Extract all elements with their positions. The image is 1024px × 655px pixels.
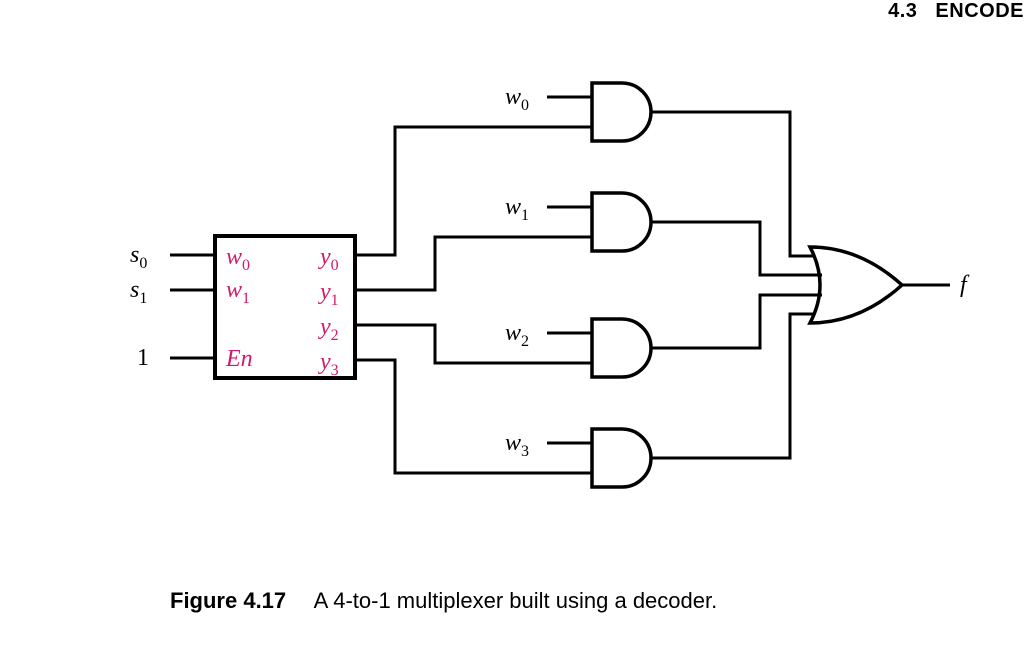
wire-and0-or [651, 112, 815, 256]
input-en-const-label: 1 [137, 345, 149, 371]
wire-and3-or [651, 314, 815, 458]
decoder-in-en-label: En [225, 346, 253, 372]
input-s0-label: s0 [130, 242, 147, 272]
and-input-w3-label: w3 [505, 430, 529, 460]
wire-y2 [355, 325, 592, 363]
and-input-w0-label: w0 [505, 84, 529, 114]
wire-and1-or [651, 222, 822, 275]
figure-caption: Figure 4.17 A 4-to-1 multiplexer built u… [170, 588, 717, 614]
wire-y1 [355, 237, 592, 290]
or-gate [810, 247, 902, 323]
figure-label: Figure 4.17 [170, 588, 286, 613]
wire-y3 [355, 360, 592, 473]
input-s1-label: s1 [130, 277, 147, 307]
and-input-w1-label: w1 [505, 194, 529, 224]
figure-description: A 4-to-1 multiplexer built using a decod… [314, 588, 718, 613]
and-input-w2-label: w2 [505, 320, 529, 350]
wire-and2-or [651, 295, 822, 348]
and-gate-0 [592, 83, 651, 141]
and-gate-1 [592, 193, 651, 251]
and-gate-3 [592, 429, 651, 487]
output-f-label: f [960, 272, 970, 298]
circuit-diagram: w0 w1 En y0 y1 y2 y3 s0 s1 1 w0 w1 [0, 0, 1024, 655]
and-gate-2 [592, 319, 651, 377]
